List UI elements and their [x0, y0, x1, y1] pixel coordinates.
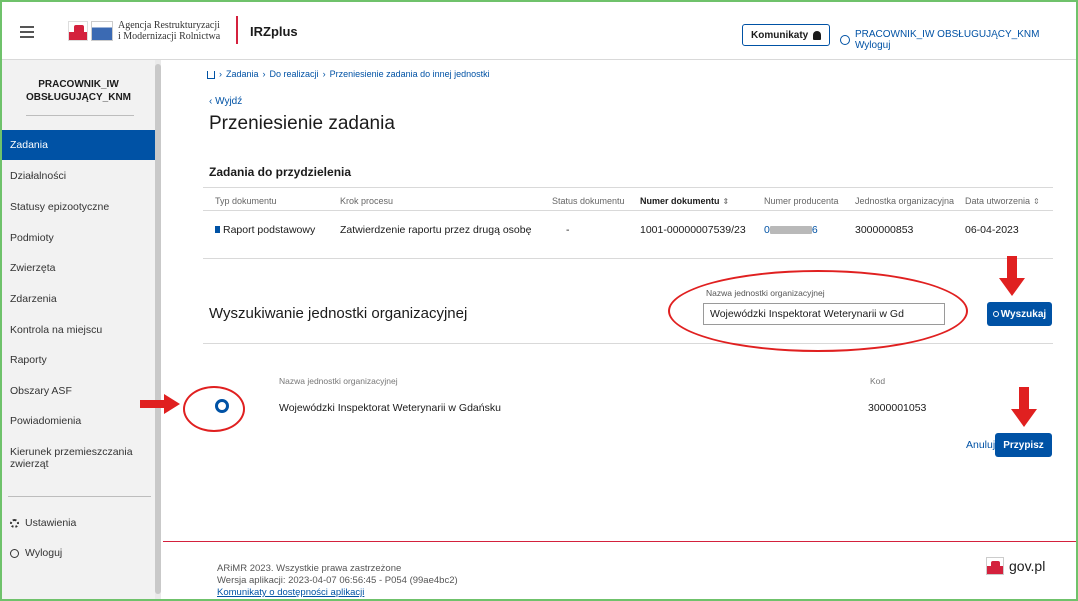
annotation-arrow-down-icon [1011, 387, 1037, 427]
sort-icon: ⇕ [1033, 197, 1040, 206]
footer-divider [163, 541, 1076, 542]
col-status-dokumentu: Status dokumentu [552, 196, 625, 206]
document-icon [215, 226, 220, 233]
logout-icon [10, 548, 19, 558]
sidebar-user-line2: OBSŁUGUJĄCY_KNM [25, 92, 131, 103]
page-title: Przeniesienie zadania [209, 113, 395, 134]
app-frame [0, 0, 1078, 601]
sidebar-item-dzialalnosci[interactable]: Działalności [2, 161, 155, 191]
footer-accessibility-link[interactable]: Komunikaty o dostępności aplikacji [217, 587, 364, 598]
user-icon [840, 35, 850, 45]
logo-text-line1: Agencja Restrukturyzacji [118, 20, 220, 31]
back-link[interactable]: ‹ Wyjdź [209, 96, 242, 107]
header-divider [236, 16, 238, 44]
sidebar-item-raporty[interactable]: Raporty [2, 345, 155, 375]
poland-eagle-icon [68, 21, 88, 41]
cancel-button[interactable]: Anuluj [966, 439, 995, 451]
search-button-label: Wyszukaj [1000, 308, 1047, 320]
assign-button[interactable]: Przypisz [995, 433, 1052, 457]
cell-status: - [566, 224, 570, 236]
sidebar-logout[interactable]: Wyloguj [10, 547, 62, 559]
sidebar-item-obszary-asf[interactable]: Obszary ASF [2, 376, 155, 406]
cell-numer-dokumentu: 1001-00000007539/23 [640, 224, 746, 236]
col-krok-procesu: Krok procesu [340, 196, 394, 206]
cell-data-utworzenia: 06-04-2023 [965, 224, 1019, 236]
col-numer-producenta: Numer producenta [764, 196, 839, 206]
breadcrumb-do-realizacji[interactable]: Do realizacji [270, 69, 319, 79]
arimr-logo[interactable]: Agencja Restrukturyzacji i Modernizacji … [68, 20, 220, 42]
sidebar-divider-bottom [8, 496, 151, 497]
home-icon[interactable] [207, 71, 215, 79]
result-name: Wojewódzki Inspektorat Weterynarii w Gda… [279, 402, 501, 414]
sidebar-item-zwierzeta[interactable]: Zwierzęta [2, 253, 155, 283]
poland-eagle-icon [986, 557, 1004, 575]
sort-icon: ⇕ [722, 197, 730, 206]
breadcrumb-current: Przeniesienie zadania do innej jednostki [329, 69, 490, 79]
cell-numer-producenta: 06 [764, 224, 818, 236]
breadcrumb: › Zadania › Do realizacji › Przeniesieni… [207, 69, 490, 79]
back-label: Wyjdź [215, 96, 243, 107]
search-button[interactable]: Wyszukaj [987, 302, 1052, 326]
footer-version: Wersja aplikacji: 2023-04-07 06:56:45 - … [217, 575, 458, 586]
top-header: Agencja Restrukturyzacji i Modernizacji … [2, 2, 1076, 60]
komunikaty-label: Komunikaty [751, 29, 809, 41]
col-typ-dokumentu: Typ dokumentu [215, 196, 277, 206]
annotation-arrow-right-icon [140, 394, 180, 414]
sidebar-item-zadania[interactable]: Zadania [2, 130, 155, 160]
annotation-arrow-down-icon [999, 256, 1025, 296]
result-radio-button[interactable] [215, 399, 229, 413]
breadcrumb-zadania[interactable]: Zadania [226, 69, 259, 79]
search-icon [992, 311, 999, 317]
scrollbar-thumb[interactable] [155, 64, 161, 594]
sidebar-item-kontrola[interactable]: Kontrola na miejscu [2, 315, 155, 345]
cell-typ-dokumentu[interactable]: Raport podstawowy [215, 224, 315, 236]
results-col-name: Nazwa jednostki organizacyjnej [279, 376, 398, 386]
redacted-block [769, 226, 812, 235]
table-header-border [203, 210, 1053, 211]
col-data-utworzenia[interactable]: Data utworzenia ⇕ [965, 196, 1040, 206]
table-top-border [203, 187, 1053, 188]
search-section-title: Wyszukiwanie jednostki organizacyjnej [209, 305, 468, 322]
logo-text-line2: i Modernizacji Rolnictwa [118, 31, 221, 42]
sidebar-divider [26, 115, 134, 116]
table-bottom-border [203, 258, 1053, 259]
govpl-link[interactable]: gov.pl [986, 557, 1045, 575]
logout-label: Wyloguj [25, 547, 63, 559]
results-col-code: Kod [870, 376, 886, 386]
arimr-emblem-icon [91, 21, 113, 41]
settings-label: Ustawienia [25, 517, 77, 529]
search-input[interactable] [703, 303, 945, 325]
sidebar-item-zdarzenia[interactable]: Zdarzenia [2, 284, 155, 314]
sidebar-item-statusy-epizootyczne[interactable]: Statusy epizootyczne [2, 192, 155, 222]
sidebar-scrollbar[interactable] [155, 60, 161, 599]
app-name[interactable]: IRZplus [250, 24, 298, 39]
sidebar-item-podmioty[interactable]: Podmioty [2, 223, 155, 253]
sidebar: PRACOWNIK_IW OBSŁUGUJĄCY_KNM Zadania Dzi… [2, 60, 155, 599]
user-logout-link[interactable]: PRACOWNIK_IW OBSŁUGUJĄCY_KNM Wyloguj [840, 29, 1076, 51]
hamburger-menu-icon[interactable] [20, 26, 34, 38]
tasks-section-title: Zadania do przydzielenia [209, 165, 352, 179]
user-logout-label: PRACOWNIK_IW OBSŁUGUJĄCY_KNM Wyloguj [854, 29, 1040, 51]
govpl-label: gov.pl [1009, 558, 1046, 574]
col-jednostka-organizacyjna: Jednostka organizacyjna [855, 196, 955, 206]
footer-copyright: ARiMR 2023. Wszystkie prawa zastrzeżone [217, 563, 402, 574]
search-field-label: Nazwa jednostki organizacyjnej [706, 288, 825, 298]
komunikaty-button[interactable]: Komunikaty [742, 24, 831, 46]
cell-jednostka: 3000000853 [855, 224, 914, 236]
gear-icon [10, 518, 19, 528]
sidebar-item-kierunek[interactable]: Kierunek przemieszczania zwierząt [2, 444, 155, 474]
sidebar-user-line1: PRACOWNIK_IW [38, 79, 119, 90]
search-divider [203, 343, 1053, 344]
bell-icon [813, 30, 822, 40]
sidebar-item-powiadomienia[interactable]: Powiadomienia [2, 406, 155, 436]
sidebar-user-name: PRACOWNIK_IW OBSŁUGUJĄCY_KNM [2, 78, 155, 104]
cell-krok-procesu: Zatwierdzenie raportu przez drugą osobę [340, 224, 532, 236]
col-numer-dokumentu[interactable]: Numer dokumentu ⇕ [640, 196, 729, 206]
result-code: 3000001053 [868, 402, 927, 414]
sidebar-settings[interactable]: Ustawienia [10, 517, 76, 529]
